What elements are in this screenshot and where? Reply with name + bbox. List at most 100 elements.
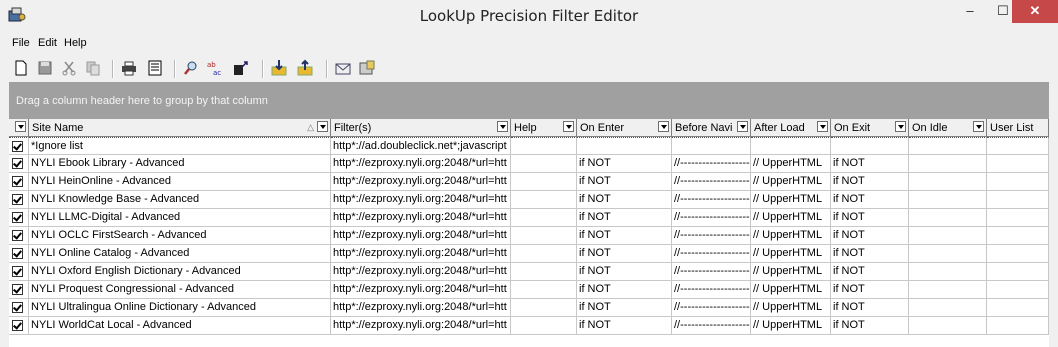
- cell-user-list[interactable]: [987, 245, 1049, 263]
- column-filter-dropdown-icon[interactable]: [317, 121, 328, 132]
- find-icon[interactable]: [182, 59, 202, 79]
- cell-before-navi[interactable]: //---------------------: [672, 317, 751, 335]
- column-header-on-enter[interactable]: On Enter: [577, 119, 672, 137]
- new-icon[interactable]: [12, 59, 32, 79]
- cell-before-navi[interactable]: //---------------------: [672, 191, 751, 209]
- menu-edit[interactable]: Edit: [38, 37, 57, 49]
- cell-on-idle[interactable]: [909, 227, 987, 245]
- row-checkbox-cell[interactable]: [9, 137, 29, 155]
- cell-on-exit[interactable]: if NOT: [831, 299, 909, 317]
- cell-filter[interactable]: http*://ezproxy.nyli.org:2048/*url=htt: [331, 173, 511, 191]
- cell-after-load[interactable]: // UpperHTML: [751, 191, 831, 209]
- cell-after-load[interactable]: // UpperHTML: [751, 245, 831, 263]
- cell-site[interactable]: NYLI Ebook Library - Advanced: [29, 155, 331, 173]
- sort-ascending-icon[interactable]: △: [307, 122, 314, 133]
- cell-user-list[interactable]: [987, 137, 1049, 155]
- cell-on-idle[interactable]: [909, 245, 987, 263]
- cell-filter[interactable]: http*://ad.doubleclick.net*;javascript: [331, 137, 511, 155]
- cell-on-enter[interactable]: if NOT: [577, 317, 672, 335]
- checkbox-checked-icon[interactable]: [12, 176, 23, 187]
- cell-help[interactable]: [511, 209, 577, 227]
- cell-on-enter[interactable]: if NOT: [577, 281, 672, 299]
- cell-on-enter[interactable]: if NOT: [577, 191, 672, 209]
- cell-on-enter[interactable]: if NOT: [577, 209, 672, 227]
- cell-on-enter[interactable]: if NOT: [577, 299, 672, 317]
- checkbox-checked-icon[interactable]: [12, 230, 23, 241]
- cell-on-idle[interactable]: [909, 281, 987, 299]
- cell-site[interactable]: NYLI Online Catalog - Advanced: [29, 245, 331, 263]
- row-checkbox-cell[interactable]: [9, 245, 29, 263]
- cell-on-idle[interactable]: [909, 155, 987, 173]
- cell-user-list[interactable]: [987, 191, 1049, 209]
- cell-after-load[interactable]: // UpperHTML: [751, 317, 831, 335]
- group-by-panel[interactable]: Drag a column header here to group by th…: [9, 82, 1049, 119]
- cell-filter[interactable]: http*://ezproxy.nyli.org:2048/*url=htt: [331, 191, 511, 209]
- cell-after-load[interactable]: // UpperHTML: [751, 227, 831, 245]
- checkbox-checked-icon[interactable]: [12, 302, 23, 313]
- row-checkbox-cell[interactable]: [9, 263, 29, 281]
- cell-user-list[interactable]: [987, 209, 1049, 227]
- minimize-button[interactable]: –: [953, 0, 987, 23]
- checkbox-checked-icon[interactable]: [12, 248, 23, 259]
- cell-help[interactable]: [511, 281, 577, 299]
- print-preview-icon[interactable]: [146, 59, 166, 79]
- cell-before-navi[interactable]: //---------------------: [672, 245, 751, 263]
- menu-file[interactable]: File: [12, 37, 30, 49]
- cell-after-load[interactable]: [751, 137, 831, 155]
- row-checkbox-cell[interactable]: [9, 155, 29, 173]
- cell-on-idle[interactable]: [909, 173, 987, 191]
- cell-filter[interactable]: http*://ezproxy.nyli.org:2048/*url=htt: [331, 209, 511, 227]
- column-filter-dropdown-icon[interactable]: [817, 121, 828, 132]
- column-header-on-idle[interactable]: On Idle: [909, 119, 987, 137]
- cell-help[interactable]: [511, 155, 577, 173]
- checkbox-checked-icon[interactable]: [12, 320, 23, 331]
- cell-user-list[interactable]: [987, 281, 1049, 299]
- cell-help[interactable]: [511, 191, 577, 209]
- settings-icon[interactable]: [358, 59, 378, 79]
- column-header-user-list[interactable]: User List: [987, 119, 1049, 137]
- cell-filter[interactable]: http*://ezproxy.nyli.org:2048/*url=htt: [331, 299, 511, 317]
- cell-site[interactable]: NYLI OCLC FirstSearch - Advanced: [29, 227, 331, 245]
- copy-icon[interactable]: [84, 59, 104, 79]
- column-filter-dropdown-icon[interactable]: [973, 121, 984, 132]
- cell-site[interactable]: NYLI WorldCat Local - Advanced: [29, 317, 331, 335]
- cell-on-enter[interactable]: if NOT: [577, 173, 672, 191]
- replace-icon[interactable]: [232, 59, 252, 79]
- cell-site[interactable]: NYLI LLMC-Digital - Advanced: [29, 209, 331, 227]
- cell-before-navi[interactable]: //---------------------: [672, 209, 751, 227]
- close-button[interactable]: ✕: [1012, 0, 1058, 23]
- cell-user-list[interactable]: [987, 155, 1049, 173]
- column-header-on-exit[interactable]: On Exit: [831, 119, 909, 137]
- checkbox-checked-icon[interactable]: [12, 284, 23, 295]
- cell-site[interactable]: *Ignore list: [29, 137, 331, 155]
- print-icon[interactable]: [120, 59, 140, 79]
- menu-help[interactable]: Help: [64, 37, 87, 49]
- cell-before-navi[interactable]: //---------------------: [672, 263, 751, 281]
- row-checkbox-cell[interactable]: [9, 173, 29, 191]
- cell-on-idle[interactable]: [909, 299, 987, 317]
- cell-user-list[interactable]: [987, 317, 1049, 335]
- column-filter-dropdown-icon[interactable]: [658, 121, 669, 132]
- cell-site[interactable]: NYLI Proquest Congressional - Advanced: [29, 281, 331, 299]
- cell-on-exit[interactable]: if NOT: [831, 155, 909, 173]
- column-header-help[interactable]: Help: [511, 119, 577, 137]
- row-checkbox-cell[interactable]: [9, 209, 29, 227]
- cell-user-list[interactable]: [987, 299, 1049, 317]
- spell-check-icon[interactable]: ab ac: [206, 59, 226, 79]
- checkbox-checked-icon[interactable]: [12, 266, 23, 277]
- checkbox-checked-icon[interactable]: [12, 158, 23, 169]
- cell-on-exit[interactable]: if NOT: [831, 227, 909, 245]
- cell-on-enter[interactable]: [577, 137, 672, 155]
- cell-after-load[interactable]: // UpperHTML: [751, 173, 831, 191]
- column-filter-dropdown-icon[interactable]: [15, 121, 26, 132]
- cell-help[interactable]: [511, 299, 577, 317]
- export-icon[interactable]: [296, 59, 316, 79]
- cell-user-list[interactable]: [987, 227, 1049, 245]
- cell-site[interactable]: NYLI Oxford English Dictionary - Advance…: [29, 263, 331, 281]
- cell-help[interactable]: [511, 227, 577, 245]
- cell-on-exit[interactable]: [831, 137, 909, 155]
- column-header-active[interactable]: [9, 119, 29, 137]
- cell-before-navi[interactable]: //---------------------: [672, 155, 751, 173]
- cell-filter[interactable]: http*://ezproxy.nyli.org:2048/*url=htt: [331, 263, 511, 281]
- cell-before-navi[interactable]: //---------------------: [672, 173, 751, 191]
